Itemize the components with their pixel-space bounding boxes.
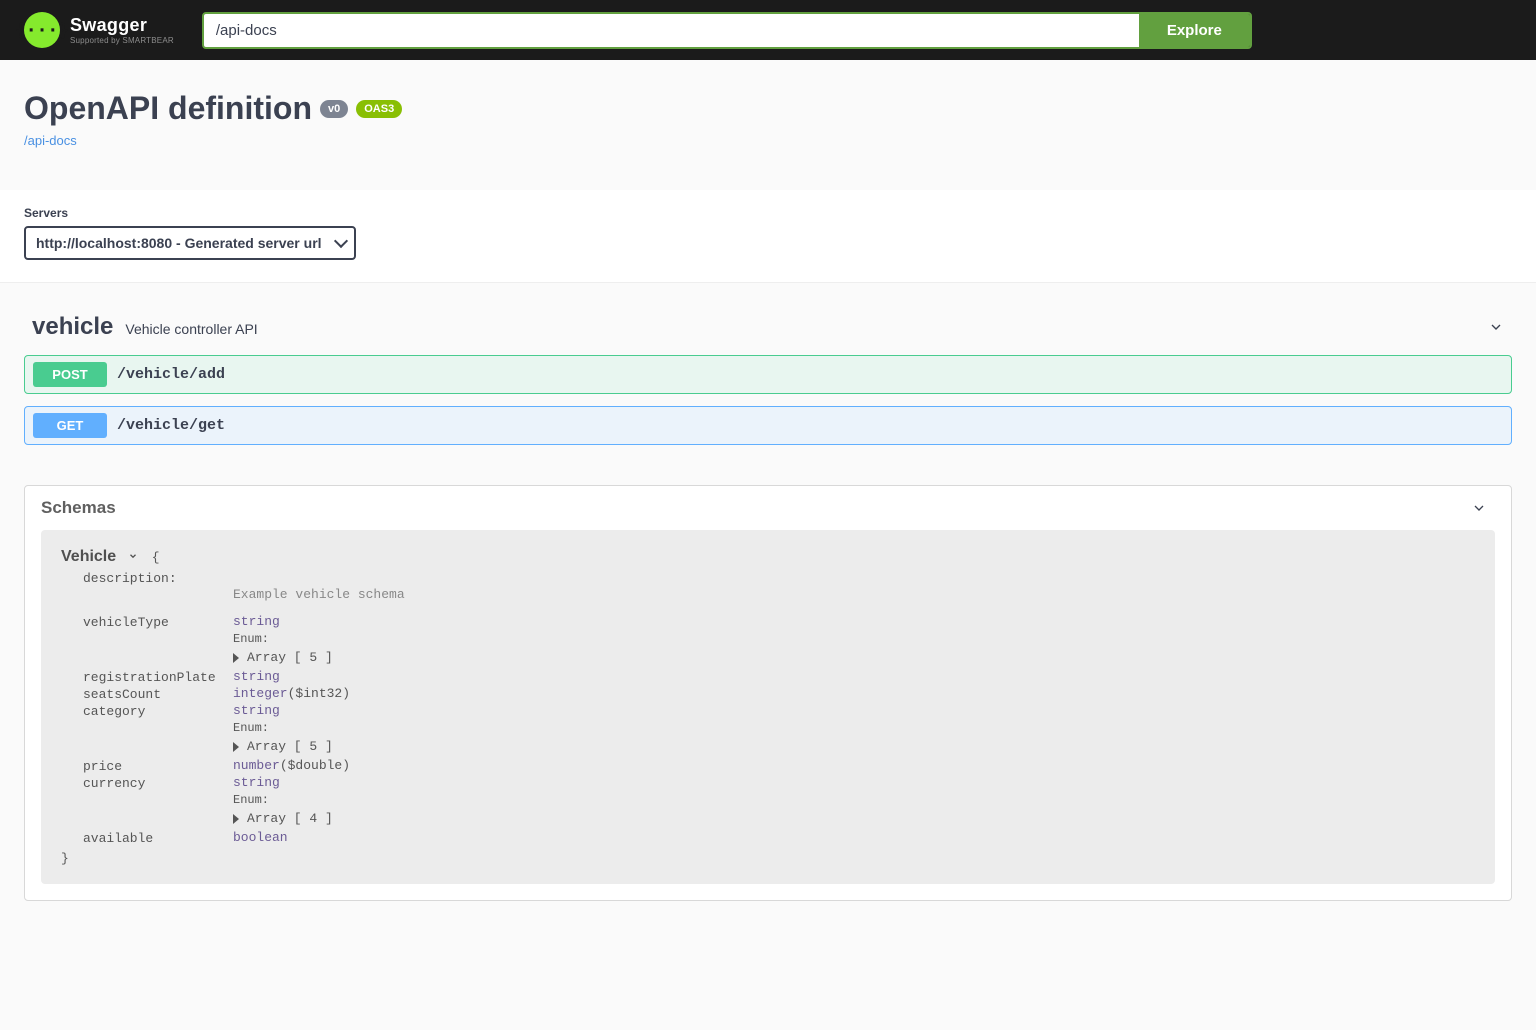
- operation-get-1[interactable]: GET/vehicle/get: [24, 406, 1512, 445]
- schemas-header[interactable]: Schemas: [25, 486, 1511, 530]
- model-name[interactable]: Vehicle: [61, 548, 116, 565]
- enum-label: Enum:: [233, 721, 269, 735]
- url-search-wrap: Explore: [202, 12, 1252, 49]
- enum-array-text: Array [ 5 ]: [247, 739, 333, 754]
- property-type: string: [233, 614, 280, 629]
- chevron-down-icon: [1471, 500, 1487, 516]
- logo-subtext: Supported by SMARTBEAR: [70, 37, 174, 45]
- property-name: price: [83, 758, 233, 775]
- chevron-down-icon[interactable]: [128, 550, 138, 565]
- chevron-right-icon: [233, 742, 239, 752]
- property-row: registrationPlatestring: [83, 669, 1475, 686]
- spec-url-input[interactable]: [204, 14, 1139, 47]
- enum-label: Enum:: [233, 793, 269, 807]
- property-format: ($int32): [288, 686, 350, 701]
- oas-badge: OAS3: [356, 100, 402, 118]
- servers-label: Servers: [24, 206, 1512, 220]
- swagger-logo-icon: {···}: [24, 12, 60, 48]
- property-row: availableboolean: [83, 830, 1475, 847]
- property-type: boolean: [233, 830, 288, 845]
- tag-description: Vehicle controller API: [125, 321, 257, 337]
- enum-array-toggle[interactable]: Array [ 4 ]: [233, 807, 1475, 830]
- explore-button[interactable]: Explore: [1139, 14, 1250, 47]
- servers-section: Servers http://localhost:8080 - Generate…: [0, 190, 1536, 283]
- property-name: category: [83, 703, 233, 720]
- property-name: available: [83, 830, 233, 847]
- property-type: integer: [233, 686, 288, 701]
- description-value: Example vehicle schema: [233, 587, 1475, 602]
- operations-list: POST/vehicle/add GET/vehicle/get: [24, 355, 1512, 445]
- property-type: number: [233, 758, 280, 773]
- enum-label: Enum:: [233, 632, 269, 646]
- open-brace: {: [152, 550, 160, 565]
- operation-post-0[interactable]: POST/vehicle/add: [24, 355, 1512, 394]
- property-name: currency: [83, 775, 233, 792]
- chevron-right-icon: [233, 814, 239, 824]
- op-method-badge: POST: [33, 362, 107, 387]
- info-section: OpenAPI definition v0 OAS3 /api-docs: [0, 60, 1536, 190]
- property-row: seatsCountinteger($int32): [83, 686, 1475, 703]
- schemas-section: Schemas Vehicle { description: E: [24, 485, 1512, 901]
- property-row: pricenumber($double): [83, 758, 1475, 775]
- version-badge: v0: [320, 100, 348, 118]
- schemas-title: Schemas: [41, 498, 116, 518]
- property-type: string: [233, 703, 280, 718]
- description-key: description:: [83, 570, 233, 587]
- logo-name: Swagger: [70, 16, 174, 34]
- main-content: vehicle Vehicle controller API POST/vehi…: [0, 283, 1536, 941]
- topbar: {···} Swagger Supported by SMARTBEAR Exp…: [0, 0, 1536, 60]
- property-name: vehicleType: [83, 614, 233, 631]
- property-name: seatsCount: [83, 686, 233, 703]
- server-select[interactable]: http://localhost:8080 - Generated server…: [24, 226, 356, 260]
- api-docs-link[interactable]: /api-docs: [24, 133, 77, 148]
- property-format: ($double): [280, 758, 350, 773]
- property-row: currencystring: [83, 775, 1475, 792]
- property-row: categorystring: [83, 703, 1475, 720]
- tag-name: vehicle: [32, 313, 113, 341]
- chevron-down-icon: [1488, 319, 1504, 335]
- property-name: registrationPlate: [83, 669, 233, 686]
- schemas-body: Vehicle { description: Example vehicle s…: [41, 530, 1495, 884]
- chevron-right-icon: [233, 653, 239, 663]
- swagger-logo[interactable]: {···} Swagger Supported by SMARTBEAR: [24, 12, 174, 48]
- enum-array-text: Array [ 5 ]: [247, 650, 333, 665]
- tag-vehicle-header[interactable]: vehicle Vehicle controller API: [24, 303, 1512, 355]
- api-title: OpenAPI definition: [24, 90, 312, 127]
- property-row: vehicleTypestring: [83, 614, 1475, 631]
- enum-array-text: Array [ 4 ]: [247, 811, 333, 826]
- op-path: /vehicle/get: [117, 417, 225, 434]
- op-path: /vehicle/add: [117, 366, 225, 383]
- property-type: string: [233, 775, 280, 790]
- enum-array-toggle[interactable]: Array [ 5 ]: [233, 646, 1475, 669]
- close-brace: }: [61, 851, 1475, 866]
- op-method-badge: GET: [33, 413, 107, 438]
- property-type: string: [233, 669, 280, 684]
- enum-array-toggle[interactable]: Array [ 5 ]: [233, 735, 1475, 758]
